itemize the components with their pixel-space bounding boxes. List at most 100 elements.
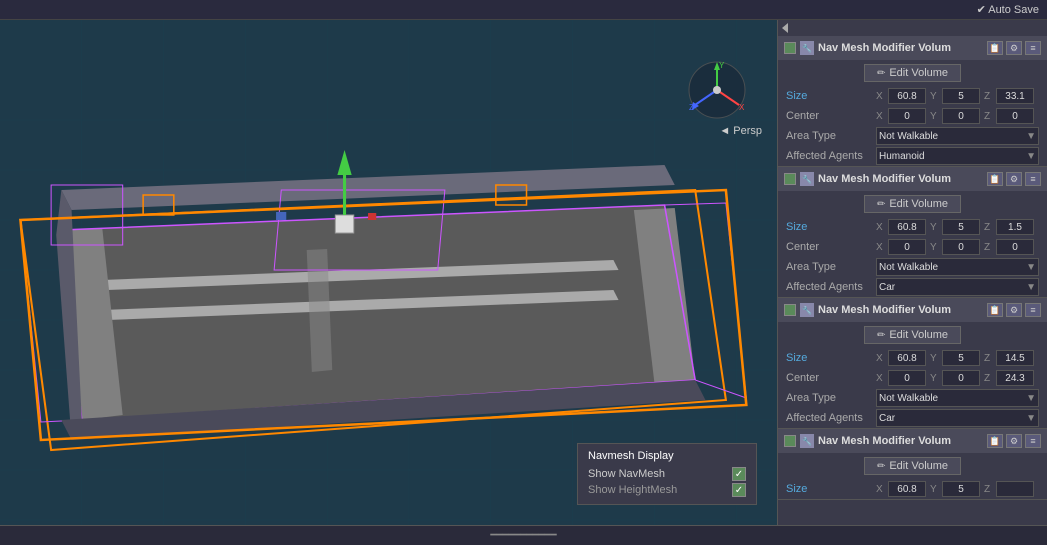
- comp-btn-settings-2[interactable]: ⚙: [1006, 172, 1022, 186]
- comp-btn-settings-4[interactable]: ⚙: [1006, 434, 1022, 448]
- component-buttons-4: 📋 ⚙ ≡: [987, 434, 1041, 448]
- area-type-dropdown-2[interactable]: Not Walkable ▼: [876, 258, 1039, 276]
- area-type-row-1: Area Type Not Walkable ▼: [778, 126, 1047, 146]
- center-z-1: Z: [984, 108, 1034, 124]
- size-x-input-2[interactable]: [888, 219, 926, 235]
- center-x-input-1[interactable]: [888, 108, 926, 124]
- size-x-input-1[interactable]: [888, 88, 926, 104]
- affected-agents-dropdown-2[interactable]: Car ▼: [876, 278, 1039, 296]
- center-z-input-2[interactable]: [996, 239, 1034, 255]
- size-x-input-3[interactable]: [888, 350, 926, 366]
- component-checkbox-1[interactable]: [784, 42, 796, 54]
- center-values-3: X Y Z: [876, 370, 1039, 386]
- area-type-label-3: Area Type: [786, 392, 876, 404]
- center-row-3: Center X Y Z: [778, 368, 1047, 388]
- center-z-3: Z: [984, 370, 1034, 386]
- comp-btn-copy-1[interactable]: 📋: [987, 41, 1003, 55]
- navmesh-popup: Navmesh Display Show NavMesh Show Height…: [577, 443, 757, 505]
- center-y-2: Y: [930, 239, 980, 255]
- area-type-dropdown-1[interactable]: Not Walkable ▼: [876, 127, 1039, 145]
- component-header-3: 🔧 Nav Mesh Modifier Volum 📋 ⚙ ≡: [778, 298, 1047, 322]
- area-type-label-1: Area Type: [786, 130, 876, 142]
- area-type-dropdown-3[interactable]: Not Walkable ▼: [876, 389, 1039, 407]
- comp-btn-settings-3[interactable]: ⚙: [1006, 303, 1022, 317]
- size-x-input-4[interactable]: [888, 481, 926, 497]
- affected-agents-arrow-1: ▼: [1026, 151, 1036, 162]
- center-row-1: Center X Y Z: [778, 106, 1047, 126]
- component-buttons-3: 📋 ⚙ ≡: [987, 303, 1041, 317]
- edit-volume-row-1: ✏ Edit Volume: [778, 60, 1047, 86]
- center-y-input-3[interactable]: [942, 370, 980, 386]
- size-y-input-3[interactable]: [942, 350, 980, 366]
- size-y-input-2[interactable]: [942, 219, 980, 235]
- show-heightmesh-checkbox[interactable]: [732, 483, 746, 497]
- component-icon-4: 🔧: [800, 434, 814, 448]
- component-title-3: Nav Mesh Modifier Volum: [818, 304, 983, 316]
- comp-btn-more-3[interactable]: ≡: [1025, 303, 1041, 317]
- persp-label: ◄ Persp: [719, 125, 762, 137]
- affected-agents-dropdown-3[interactable]: Car ▼: [876, 409, 1039, 427]
- area-type-arrow-2: ▼: [1026, 262, 1036, 273]
- navmesh-row-shownavmesh[interactable]: Show NavMesh: [588, 466, 746, 482]
- area-type-arrow-3: ▼: [1026, 393, 1036, 404]
- edit-volume-btn-3[interactable]: ✏ Edit Volume: [864, 326, 961, 344]
- comp-btn-more-4[interactable]: ≡: [1025, 434, 1041, 448]
- area-type-row-3: Area Type Not Walkable ▼: [778, 388, 1047, 408]
- affected-agents-label-3: Affected Agents: [786, 412, 876, 424]
- center-y-input-2[interactable]: [942, 239, 980, 255]
- top-bar: ✔ Auto Save: [0, 0, 1047, 20]
- scroll-indicator[interactable]: ━━━━━━━━━━━: [777, 525, 1047, 545]
- center-z-input-1[interactable]: [996, 108, 1034, 124]
- component-checkbox-2[interactable]: [784, 173, 796, 185]
- affected-agents-row-2: Affected Agents Car ▼: [778, 277, 1047, 297]
- comp-btn-more-2[interactable]: ≡: [1025, 172, 1041, 186]
- size-z-2: Z: [984, 219, 1034, 235]
- component-title-2: Nav Mesh Modifier Volum: [818, 173, 983, 185]
- show-heightmesh-label: Show HeightMesh: [588, 484, 677, 496]
- navmesh-row-showheightmesh[interactable]: Show HeightMesh: [588, 482, 746, 498]
- size-label-2: Size: [786, 221, 876, 233]
- affected-agents-dropdown-1[interactable]: Humanoid ▼: [876, 147, 1039, 165]
- size-x-2: X: [876, 219, 926, 235]
- comp-btn-copy-2[interactable]: 📋: [987, 172, 1003, 186]
- size-y-input-1[interactable]: [942, 88, 980, 104]
- center-values-2: X Y Z: [876, 239, 1039, 255]
- comp-btn-copy-3[interactable]: 📋: [987, 303, 1003, 317]
- component-icon-3: 🔧: [800, 303, 814, 317]
- center-z-input-3[interactable]: [996, 370, 1034, 386]
- show-navmesh-checkbox[interactable]: [732, 467, 746, 481]
- viewport[interactable]: Y Z X ◄ Persp Navmesh Display Show NavMe…: [0, 20, 777, 545]
- center-x-input-2[interactable]: [888, 239, 926, 255]
- size-z-input-3[interactable]: [996, 350, 1034, 366]
- component-checkbox-3[interactable]: [784, 304, 796, 316]
- size-y-input-4[interactable]: [942, 481, 980, 497]
- size-z-input-4[interactable]: [996, 481, 1034, 497]
- right-panel: 🔧 Nav Mesh Modifier Volum 📋 ⚙ ≡ ✏ Edit V…: [777, 20, 1047, 545]
- edit-volume-btn-2[interactable]: ✏ Edit Volume: [864, 195, 961, 213]
- center-x-3: X: [876, 370, 926, 386]
- comp-btn-settings-1[interactable]: ⚙: [1006, 41, 1022, 55]
- edit-volume-btn-1[interactable]: ✏ Edit Volume: [864, 64, 961, 82]
- affected-agents-arrow-2: ▼: [1026, 282, 1036, 293]
- center-y-1: Y: [930, 108, 980, 124]
- comp-btn-copy-4[interactable]: 📋: [987, 434, 1003, 448]
- collapse-arrow[interactable]: [782, 23, 788, 33]
- size-z-3: Z: [984, 350, 1034, 366]
- affected-agents-row-3: Affected Agents Car ▼: [778, 408, 1047, 428]
- size-z-input-1[interactable]: [996, 88, 1034, 104]
- edit-volume-btn-4[interactable]: ✏ Edit Volume: [864, 457, 961, 475]
- main-area: Y Z X ◄ Persp Navmesh Display Show NavMe…: [0, 20, 1047, 545]
- center-x-input-3[interactable]: [888, 370, 926, 386]
- size-values-2: X Y Z: [876, 219, 1039, 235]
- edit-volume-label-4: Edit Volume: [889, 460, 948, 472]
- size-z-input-2[interactable]: [996, 219, 1034, 235]
- affected-agents-label-2: Affected Agents: [786, 281, 876, 293]
- edit-volume-icon-3: ✏: [877, 330, 885, 341]
- size-values-4: X Y Z: [876, 481, 1039, 497]
- center-y-3: Y: [930, 370, 980, 386]
- comp-btn-more-1[interactable]: ≡: [1025, 41, 1041, 55]
- size-row-3: Size X Y Z: [778, 348, 1047, 368]
- size-y-2: Y: [930, 219, 980, 235]
- component-checkbox-4[interactable]: [784, 435, 796, 447]
- center-y-input-1[interactable]: [942, 108, 980, 124]
